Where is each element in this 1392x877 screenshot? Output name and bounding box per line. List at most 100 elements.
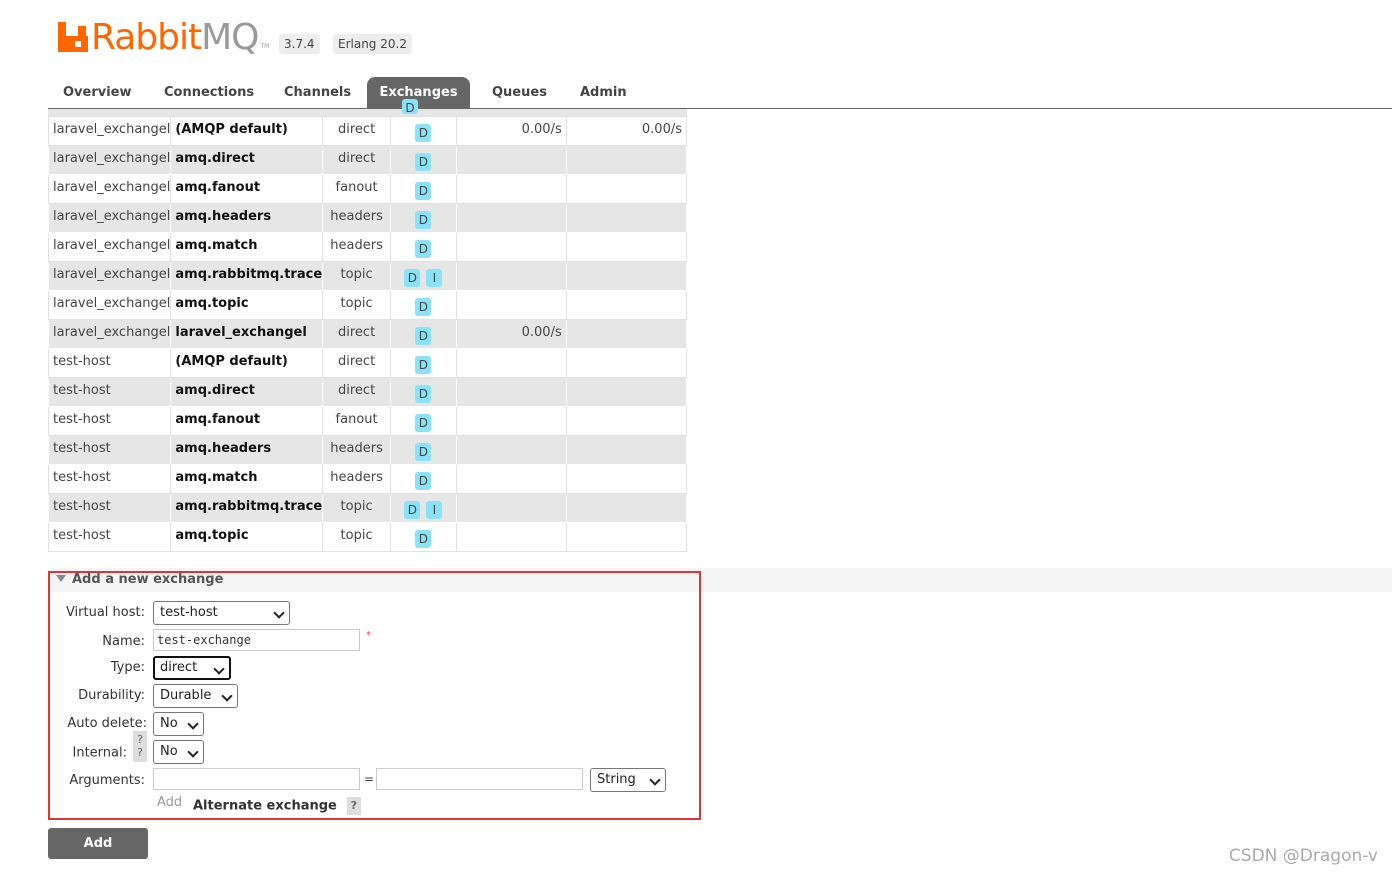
table-row: test-host amq.direct direct D <box>47 377 688 407</box>
feature-durable-badge: D <box>402 99 418 115</box>
message-rate-out-cell <box>565 290 688 320</box>
message-rate-in-cell <box>455 377 567 407</box>
logo-trademark: TM <box>260 43 270 50</box>
feature-internal-badge: I <box>426 269 443 287</box>
type-cell: direct <box>322 145 392 175</box>
tab-overview[interactable]: Overview <box>48 77 147 109</box>
virtual-host-label: Virtual host: <box>65 605 145 620</box>
features-cell: D <box>390 464 457 494</box>
argument-type-select[interactable]: String <box>590 768 666 792</box>
argument-value-input[interactable] <box>376 768 583 790</box>
table-row: laravel_exchangel amq.rabbitmq.trace topic… <box>47 261 688 291</box>
virtual-host-select[interactable]: test-host <box>153 601 290 625</box>
exchange-name-link[interactable]: (AMQP default) <box>170 116 324 146</box>
chevron-down-icon <box>649 774 661 786</box>
features-cell: DI <box>390 493 457 523</box>
vhost-cell: laravel_exchangel <box>47 232 172 262</box>
erlang-version-badge: Erlang 20.2 <box>333 34 412 54</box>
equals-sign: = <box>364 772 375 786</box>
message-rate-out-cell <box>565 406 688 436</box>
rabbit-logo-icon <box>58 22 88 52</box>
message-rate-out-cell <box>565 435 688 465</box>
features-cell: D <box>390 116 457 146</box>
feature-durable-badge: D <box>415 182 432 200</box>
message-rate-in-cell: 0.00/s <box>455 319 567 349</box>
exchanges-table: laravel_exchangel (AMQP default) direct D 0.… <box>47 116 688 552</box>
feature-durable-badge: D <box>404 269 421 287</box>
table-row: test-host amq.rabbitmq.trace topic D I <box>47 493 688 523</box>
exchange-name-link[interactable]: amq.fanout <box>170 406 324 436</box>
vhost-cell: laravel_exchangel <box>47 261 172 291</box>
logo-wordmark: RabbitMQ <box>91 17 260 58</box>
tab-admin[interactable]: Admin <box>565 77 642 109</box>
type-cell: topic <box>322 261 392 291</box>
vhost-cell: test-host <box>47 377 172 407</box>
feature-durable-badge: D <box>404 501 421 519</box>
type-cell: topic <box>322 522 392 552</box>
tab-queues[interactable]: Queues <box>477 77 562 109</box>
alternate-exchange-link[interactable]: Alternate exchange? <box>193 797 361 815</box>
exchange-name-input[interactable]: test-exchange <box>153 629 360 651</box>
message-rate-out-cell: 0.00/s <box>565 116 688 146</box>
message-rate-in-cell <box>455 435 567 465</box>
features-cell: D <box>390 232 457 262</box>
exchange-name-link[interactable]: laravel_exchangel <box>170 319 324 349</box>
features-cell: D <box>390 203 457 233</box>
feature-durable-badge: D <box>415 153 432 171</box>
rabbitmq-logo: RabbitMQ TM <box>58 14 269 58</box>
chevron-down-icon <box>273 607 285 619</box>
table-row: test-host amq.match headers D <box>47 464 688 494</box>
table-row: laravel_exchangel (AMQP default) direct D 0.… <box>47 116 688 146</box>
feature-durable-badge: D <box>415 211 432 229</box>
durability-select[interactable]: Durable <box>153 684 238 708</box>
vhost-cell: test-host <box>47 464 172 494</box>
exchange-name-link[interactable]: amq.match <box>170 232 324 262</box>
add-argument-link[interactable]: Add <box>157 795 182 810</box>
vhost-cell: test-host <box>47 406 172 436</box>
exchange-name-link[interactable]: amq.headers <box>170 435 324 465</box>
exchange-name-link[interactable]: amq.match <box>170 464 324 494</box>
type-cell: direct <box>322 377 392 407</box>
auto-delete-select[interactable]: No <box>153 712 204 736</box>
message-rate-in-cell <box>455 464 567 494</box>
exchange-name-link[interactable]: amq.headers <box>170 203 324 233</box>
exchange-name-link[interactable]: amq.direct <box>170 145 324 175</box>
exchange-name-link[interactable]: amq.topic <box>170 290 324 320</box>
vhost-cell: laravel_exchangel <box>47 203 172 233</box>
add-exchange-button[interactable]: Add exchange <box>48 828 148 877</box>
tab-connections[interactable]: Connections <box>149 77 269 109</box>
features-cell: D <box>390 406 457 436</box>
internal-select[interactable]: No <box>153 740 204 764</box>
feature-durable-badge: D <box>415 327 432 345</box>
exchange-name-link[interactable]: amq.direct <box>170 377 324 407</box>
exchange-name-link[interactable]: (AMQP default) <box>170 348 324 378</box>
exchange-name-link[interactable]: amq.topic <box>170 522 324 552</box>
tab-channels[interactable]: Channels <box>269 77 366 109</box>
exchange-name-link[interactable]: amq.rabbitmq.trace <box>170 261 324 291</box>
exchange-type-select[interactable]: direct <box>153 656 231 680</box>
table-row: laravel_exchangel amq.match headers D <box>47 232 688 262</box>
message-rate-in-cell <box>455 232 567 262</box>
type-cell: fanout <box>322 406 392 436</box>
help-icon[interactable]: ? <box>133 744 147 762</box>
feature-durable-badge: D <box>415 472 432 490</box>
watermark: CSDN @Dragon-v <box>1228 846 1378 866</box>
table-row: laravel_exchangel amq.headers headers D <box>47 203 688 233</box>
message-rate-in-cell <box>455 522 567 552</box>
message-rate-out-cell <box>565 522 688 552</box>
features-cell: DI <box>390 261 457 291</box>
message-rate-in-cell <box>455 493 567 523</box>
vhost-cell: test-host <box>47 435 172 465</box>
features-cell: D <box>390 348 457 378</box>
features-cell: D <box>390 435 457 465</box>
tab-exchanges[interactable]: Exchanges <box>367 77 470 109</box>
argument-key-input[interactable] <box>153 768 360 790</box>
features-cell: D <box>390 319 457 349</box>
message-rate-out-cell <box>565 203 688 233</box>
exchange-name-link[interactable]: amq.rabbitmq.trace <box>170 493 324 523</box>
message-rate-in-cell <box>455 145 567 175</box>
chevron-down-icon <box>187 746 199 758</box>
exchange-name-link[interactable]: amq.fanout <box>170 174 324 204</box>
type-cell: direct <box>322 319 392 349</box>
help-icon[interactable]: ? <box>346 797 361 815</box>
